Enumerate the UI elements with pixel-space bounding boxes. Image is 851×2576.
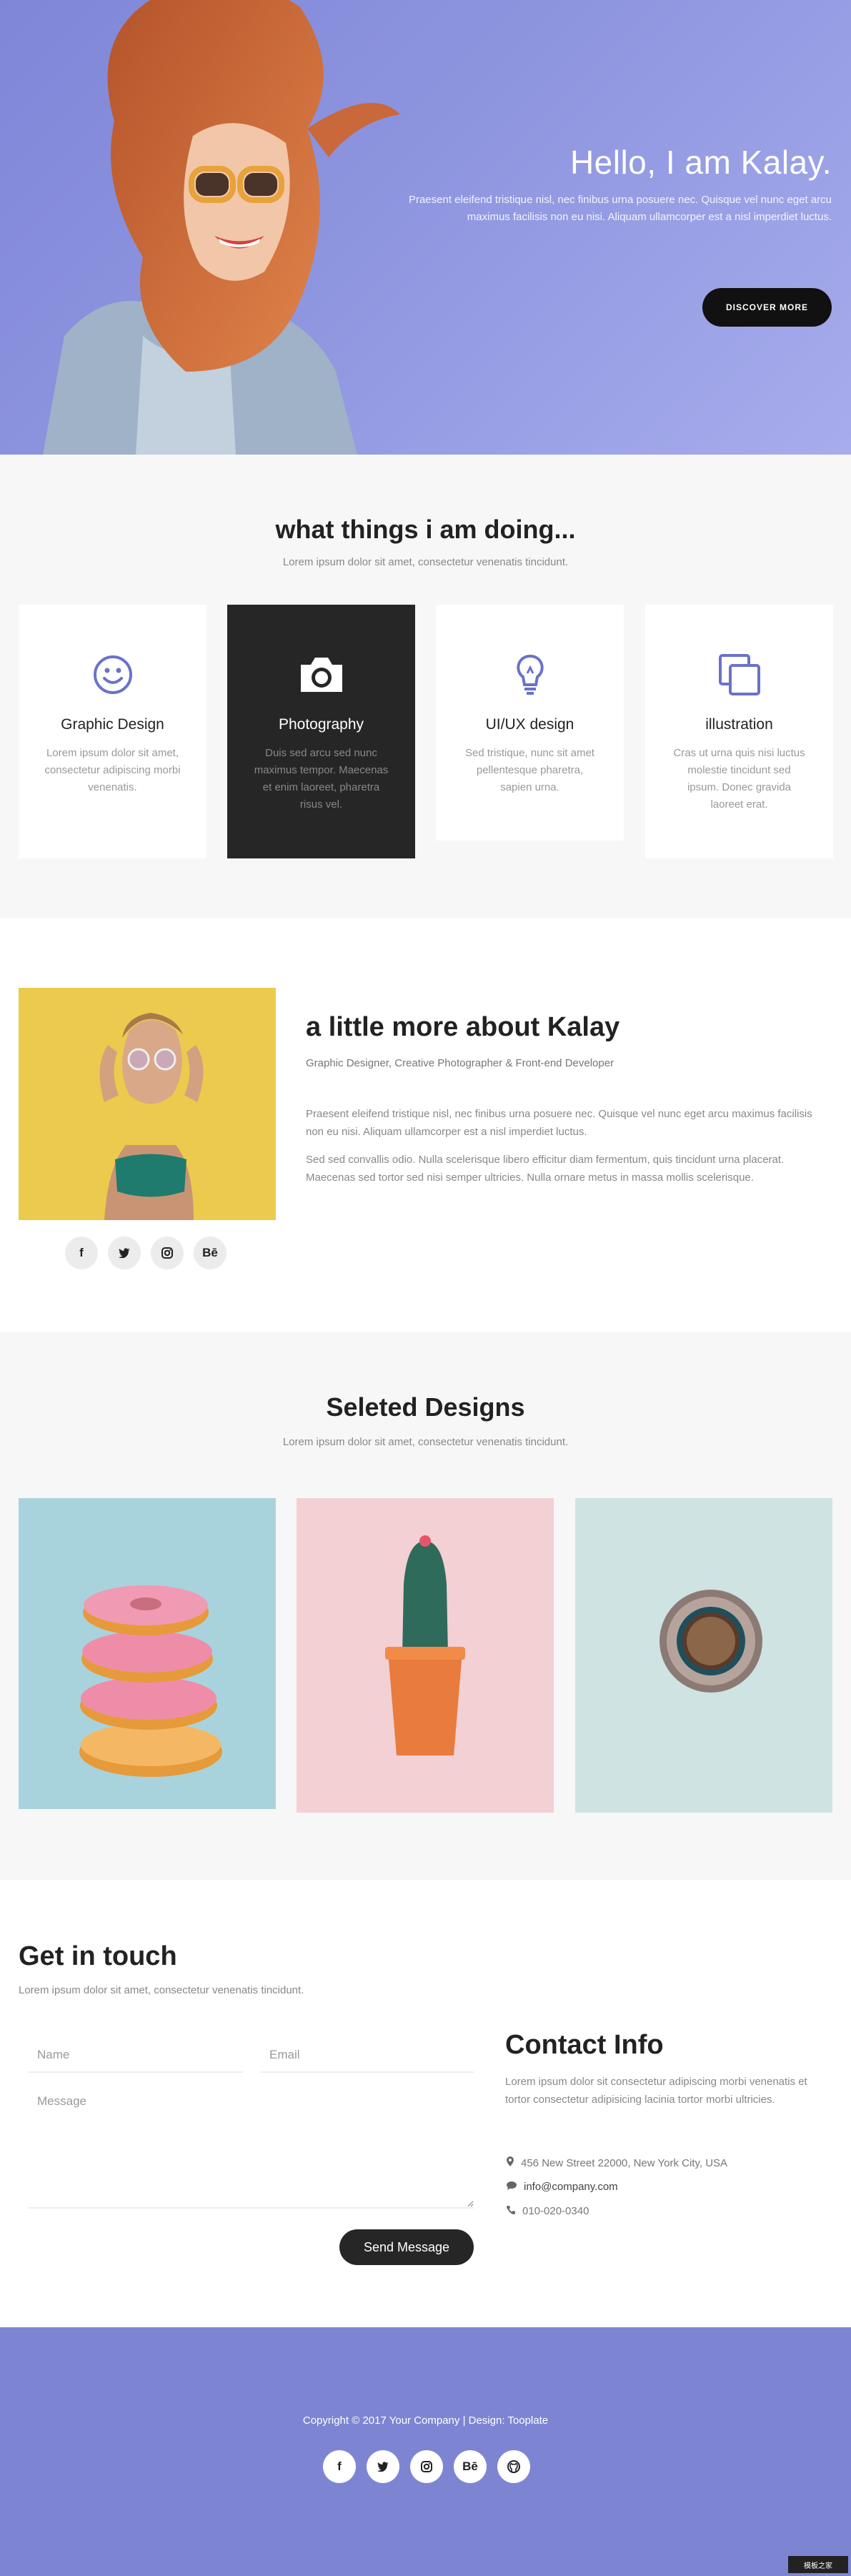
facebook-icon[interactable]: f (323, 2450, 356, 2483)
service-card-illustration[interactable]: illustration Cras ut urna quis nisi luct… (645, 605, 833, 858)
contact-address-text: 456 New Street 22000, New York City, USA (521, 2156, 728, 2169)
contact-email[interactable]: info@company.com (507, 2181, 618, 2193)
contact-info-title: Contact Info (505, 2030, 664, 2060)
instagram-icon[interactable] (410, 2450, 443, 2483)
designs-subtitle: Lorem ipsum dolor sit amet, consectetur … (282, 1436, 569, 1448)
about-role: Graphic Designer, Creative Photographer … (306, 1057, 614, 1069)
services-section: what things i am doing... Lorem ipsum do… (0, 455, 851, 918)
contact-email-text[interactable]: info@company.com (524, 2181, 618, 2193)
camera-icon (227, 652, 415, 698)
copyright-text: Copyright © 2017 Your Company | Design: … (302, 2414, 549, 2427)
behance-icon[interactable]: Bē (194, 1237, 227, 1269)
phone-icon (507, 2205, 515, 2217)
message-field[interactable] (29, 2094, 474, 2209)
designs-section: Seleted Designs Lorem ipsum dolor sit am… (0, 1332, 851, 1880)
about-paragraph-2: Sed sed convallis odio. Nulla scelerisqu… (306, 1154, 785, 1184)
comment-icon (507, 2181, 517, 2193)
about-portrait-image (19, 988, 276, 1220)
contact-title: Get in touch (19, 1941, 177, 1971)
discover-more-button[interactable]: DISCOVER MORE (702, 288, 832, 327)
donuts-image[interactable] (19, 1498, 276, 1809)
contact-section: Get in touch Lorem ipsum dolor sit amet,… (0, 1880, 851, 2327)
cactus-image[interactable] (297, 1498, 554, 1813)
service-card-title: illustration (705, 716, 773, 733)
send-message-button[interactable]: Send Message (339, 2229, 474, 2265)
service-card-title: Photography (278, 716, 364, 733)
about-section: f Bē a little more about Kalay Graphic D… (0, 918, 851, 1332)
about-title: a little more about Kalay (306, 1012, 620, 1042)
designs-title: Seleted Designs (326, 1392, 525, 1422)
watermark: 模板之家 (788, 2556, 848, 2573)
contact-subtitle: Lorem ipsum dolor sit amet, consectetur … (19, 1984, 304, 1996)
name-field[interactable] (29, 2038, 243, 2073)
facebook-icon[interactable]: f (65, 1237, 98, 1269)
hero-portrait-image (43, 0, 400, 455)
smile-icon (19, 652, 206, 698)
github-icon[interactable] (497, 2450, 530, 2483)
footer-social-links: f Bē (323, 2450, 530, 2483)
hero-text: Hello, I am Kalay. Praesent eleifend tri… (360, 143, 832, 226)
services-title: what things i am doing... (275, 515, 576, 544)
twitter-icon[interactable] (367, 2450, 399, 2483)
footer: Copyright © 2017 Your Company | Design: … (0, 2327, 851, 2576)
lightbulb-icon (436, 652, 624, 698)
about-paragraph-1: Praesent eleifend tristique nisl, nec fi… (306, 1108, 812, 1138)
twitter-icon[interactable] (108, 1237, 141, 1269)
contact-phone-text: 010-020-0340 (522, 2205, 589, 2217)
contact-info-text: Lorem ipsum dolor sit consectetur adipis… (505, 2076, 807, 2106)
service-card-photography[interactable]: Photography Duis sed arcu sed nunc maxim… (227, 605, 415, 858)
contact-address: 456 New Street 22000, New York City, USA (507, 2156, 727, 2169)
service-card-text: Lorem ipsum dolor sit amet, consectetur … (44, 747, 181, 793)
service-card-text: Sed tristique, nunc sit amet pellentesqu… (465, 747, 594, 793)
about-social-links: f Bē (65, 1237, 227, 1269)
email-field[interactable] (261, 2038, 474, 2073)
service-card-uiux-design[interactable]: UI/UX design Sed tristique, nunc sit ame… (436, 605, 624, 841)
map-marker-icon (507, 2156, 514, 2169)
service-card-text: Duis sed arcu sed nunc maximus tempor. M… (254, 747, 389, 811)
behance-icon[interactable]: Bē (454, 2450, 487, 2483)
hero-section: Hello, I am Kalay. Praesent eleifend tri… (0, 0, 851, 455)
service-card-title: UI/UX design (485, 716, 574, 733)
service-card-title: Graphic Design (61, 716, 164, 733)
hero-subtitle: Praesent eleifend tristique nisl, nec fi… (408, 194, 832, 223)
service-card-graphic-design[interactable]: Graphic Design Lorem ipsum dolor sit ame… (19, 605, 206, 858)
services-subtitle: Lorem ipsum dolor sit amet, consectetur … (282, 556, 569, 568)
hero-title: Hello, I am Kalay. (569, 144, 832, 181)
contact-phone: 010-020-0340 (507, 2205, 589, 2217)
service-card-text: Cras ut urna quis nisi luctus molestie t… (673, 747, 805, 811)
copy-icon (645, 652, 833, 698)
coffee-image[interactable] (575, 1498, 832, 1813)
instagram-icon[interactable] (151, 1237, 184, 1269)
